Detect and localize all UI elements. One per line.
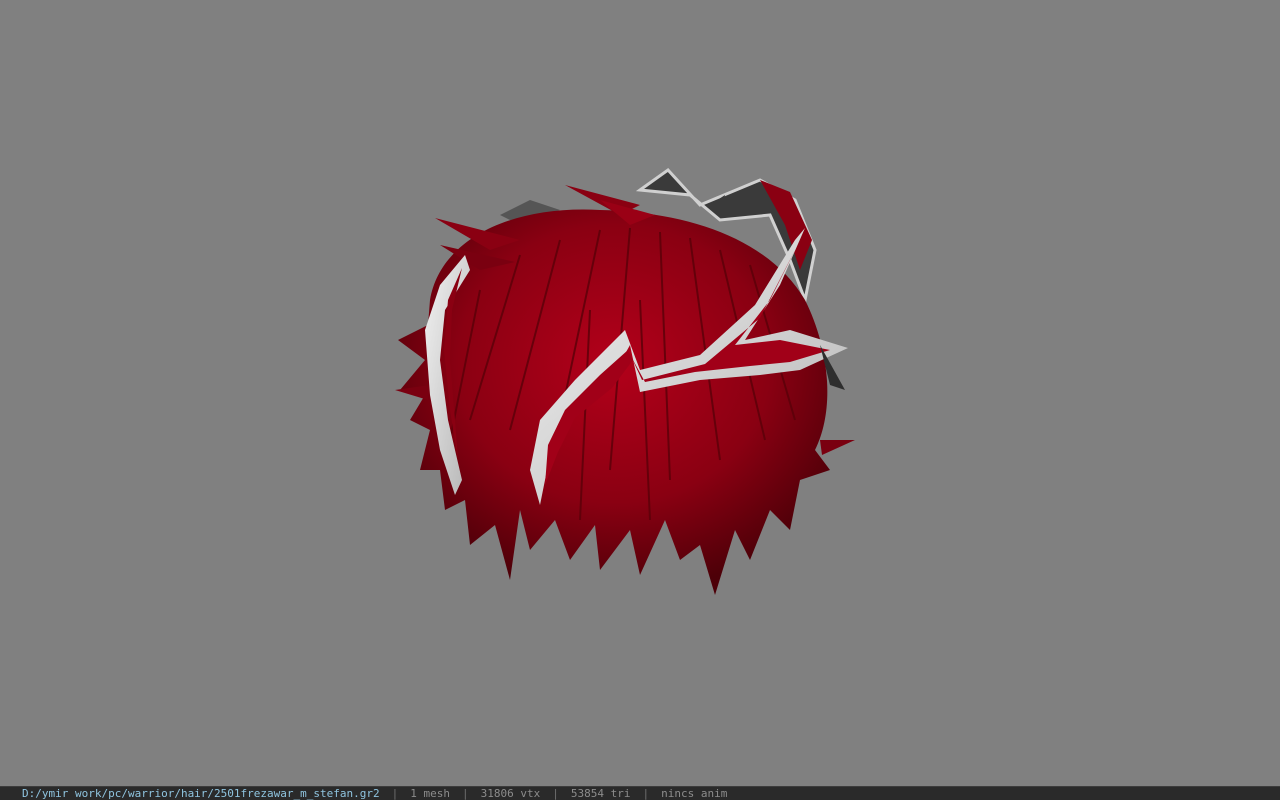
3d-viewport[interactable] xyxy=(0,0,1280,786)
status-separator: | xyxy=(642,787,650,800)
triangle-count: 53854 tri xyxy=(570,787,631,800)
status-separator: | xyxy=(391,787,399,800)
animation-status: nincs anim xyxy=(661,787,728,800)
status-separator: | xyxy=(552,787,559,800)
vertex-count: 31806 vtx xyxy=(480,787,541,800)
mesh-count: 1 mesh xyxy=(410,787,450,800)
hair-model-icon[interactable] xyxy=(0,0,1280,786)
status-bar: D:/ymir work/pc/warrior/hair/2501frezawa… xyxy=(0,786,1280,800)
file-path: D:/ymir work/pc/warrior/hair/2501frezawa… xyxy=(22,787,380,800)
status-separator: | xyxy=(462,787,469,800)
